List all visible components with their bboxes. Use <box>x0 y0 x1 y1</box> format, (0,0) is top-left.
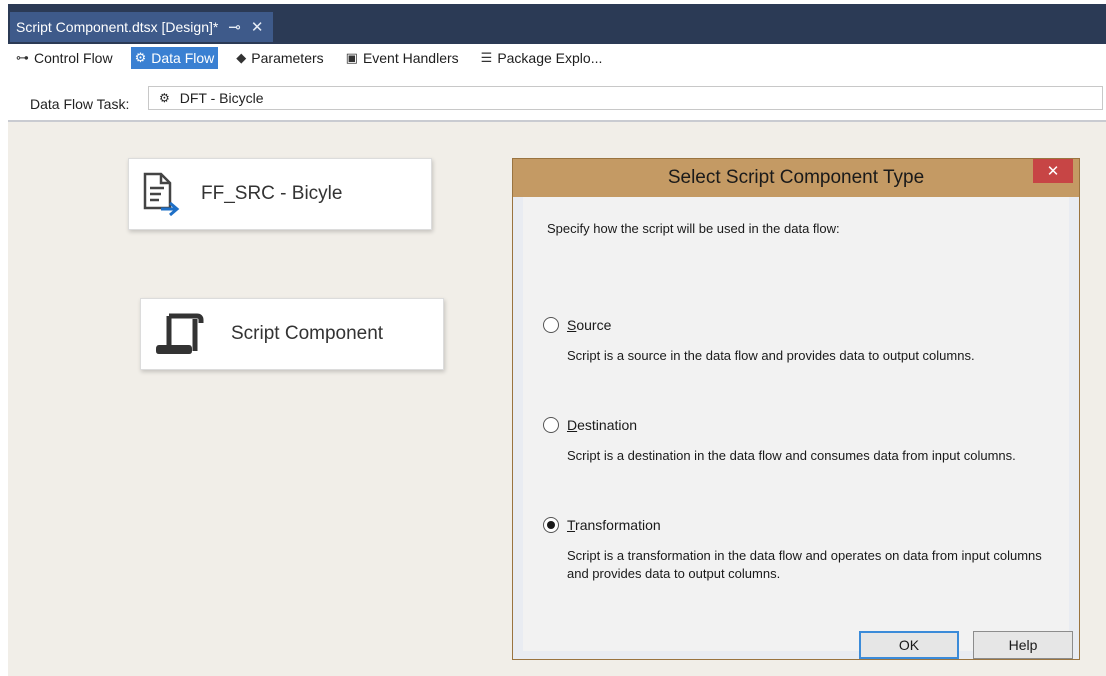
select-script-component-type-dialog: Select Script Component Type ✕ Specify h… <box>512 158 1080 660</box>
data-flow-task-value: DFT - Bicycle <box>179 90 264 106</box>
tab-control-flow[interactable]: ⊶ Control Flow <box>12 47 117 69</box>
tab-label: Package Explo... <box>497 50 603 66</box>
dialog-instruction: Specify how the script will be used in t… <box>547 221 840 236</box>
component-ff-src-bicyle[interactable]: FF_SRC - Bicyle <box>128 158 432 230</box>
option-description: Script is a transformation in the data f… <box>567 548 1042 581</box>
data-flow-icon: ⚙ <box>134 50 147 65</box>
radio-button[interactable] <box>543 417 559 433</box>
close-icon: ✕ <box>1046 163 1060 180</box>
data-flow-task-label: Data Flow Task: <box>30 96 130 112</box>
tab-data-flow[interactable]: ⚙ Data Flow <box>130 47 219 69</box>
flat-file-source-icon <box>143 172 180 217</box>
tab-parameters[interactable]: ◆ Parameters <box>232 47 327 69</box>
radio-button[interactable] <box>543 317 559 333</box>
component-label: Script Component <box>231 323 384 344</box>
event-handlers-icon: ▣ <box>345 50 358 65</box>
radio-transformation[interactable]: Transformation <box>543 517 1063 533</box>
option-label: Source <box>567 317 612 333</box>
designer-tab-bar: ⊶ Control Flow ⚙ Data Flow ◆ Parameters … <box>8 44 1106 72</box>
component-label: FF_SRC - Bicyle <box>201 183 343 204</box>
dialog-body: Specify how the script will be used in t… <box>523 197 1073 659</box>
radio-button[interactable] <box>543 517 559 533</box>
dialog-close-button[interactable]: ✕ <box>1033 159 1073 183</box>
dialog-title: Select Script Component Type <box>667 167 925 188</box>
tab-label: Control Flow <box>34 50 113 66</box>
ok-button[interactable]: OK <box>859 631 959 659</box>
parameters-icon: ◆ <box>236 50 247 65</box>
package-explorer-icon: ☰ <box>480 50 493 65</box>
option-label: Transformation <box>567 517 661 533</box>
option-description: Script is a destination in the data flow… <box>567 448 1016 463</box>
radio-selected-dot <box>547 521 555 529</box>
tab-label: Data Flow <box>151 50 215 66</box>
pin-icon[interactable]: ⊸ <box>228 18 241 36</box>
tab-label: Parameters <box>251 50 324 66</box>
option-transformation: Transformation Script is a transformatio… <box>543 517 1063 583</box>
control-flow-icon: ⊶ <box>16 50 29 65</box>
radio-source[interactable]: Source <box>543 317 1063 333</box>
ssis-designer-window: Script Component.dtsx [Design]* ⊸ ✕ ⊶ Co… <box>8 4 1106 676</box>
document-tab-strip: Script Component.dtsx [Design]* ⊸ ✕ <box>8 4 1106 44</box>
script-component-icon <box>156 313 204 354</box>
document-tab-title: Script Component.dtsx [Design]* <box>16 19 219 35</box>
option-description: Script is a source in the data flow and … <box>567 348 975 363</box>
close-icon[interactable]: ✕ <box>251 18 264 36</box>
radio-destination[interactable]: Destination <box>543 417 1063 433</box>
tab-package-explorer[interactable]: ☰ Package Explo... <box>477 47 607 69</box>
design-canvas[interactable]: FF_SRC - Bicyle Script Component Select … <box>8 122 1106 676</box>
component-script-component[interactable]: Script Component <box>140 298 444 370</box>
data-flow-task-icon: ⚙ <box>159 91 170 105</box>
option-destination: Destination Script is a destination in t… <box>543 417 1063 465</box>
data-flow-task-select[interactable]: ⚙ DFT - Bicycle <box>148 86 1103 110</box>
document-tab[interactable]: Script Component.dtsx [Design]* ⊸ ✕ <box>10 12 274 42</box>
tab-label: Event Handlers <box>362 50 459 66</box>
option-source: Source Script is a source in the data fl… <box>543 317 1063 365</box>
option-label: Destination <box>567 417 638 433</box>
help-button[interactable]: Help <box>973 631 1073 659</box>
tab-event-handlers[interactable]: ▣ Event Handlers <box>342 47 463 69</box>
data-flow-task-bar: Data Flow Task: ⚙ DFT - Bicycle <box>8 72 1106 122</box>
dialog-titlebar[interactable]: Select Script Component Type ✕ <box>513 159 1079 197</box>
